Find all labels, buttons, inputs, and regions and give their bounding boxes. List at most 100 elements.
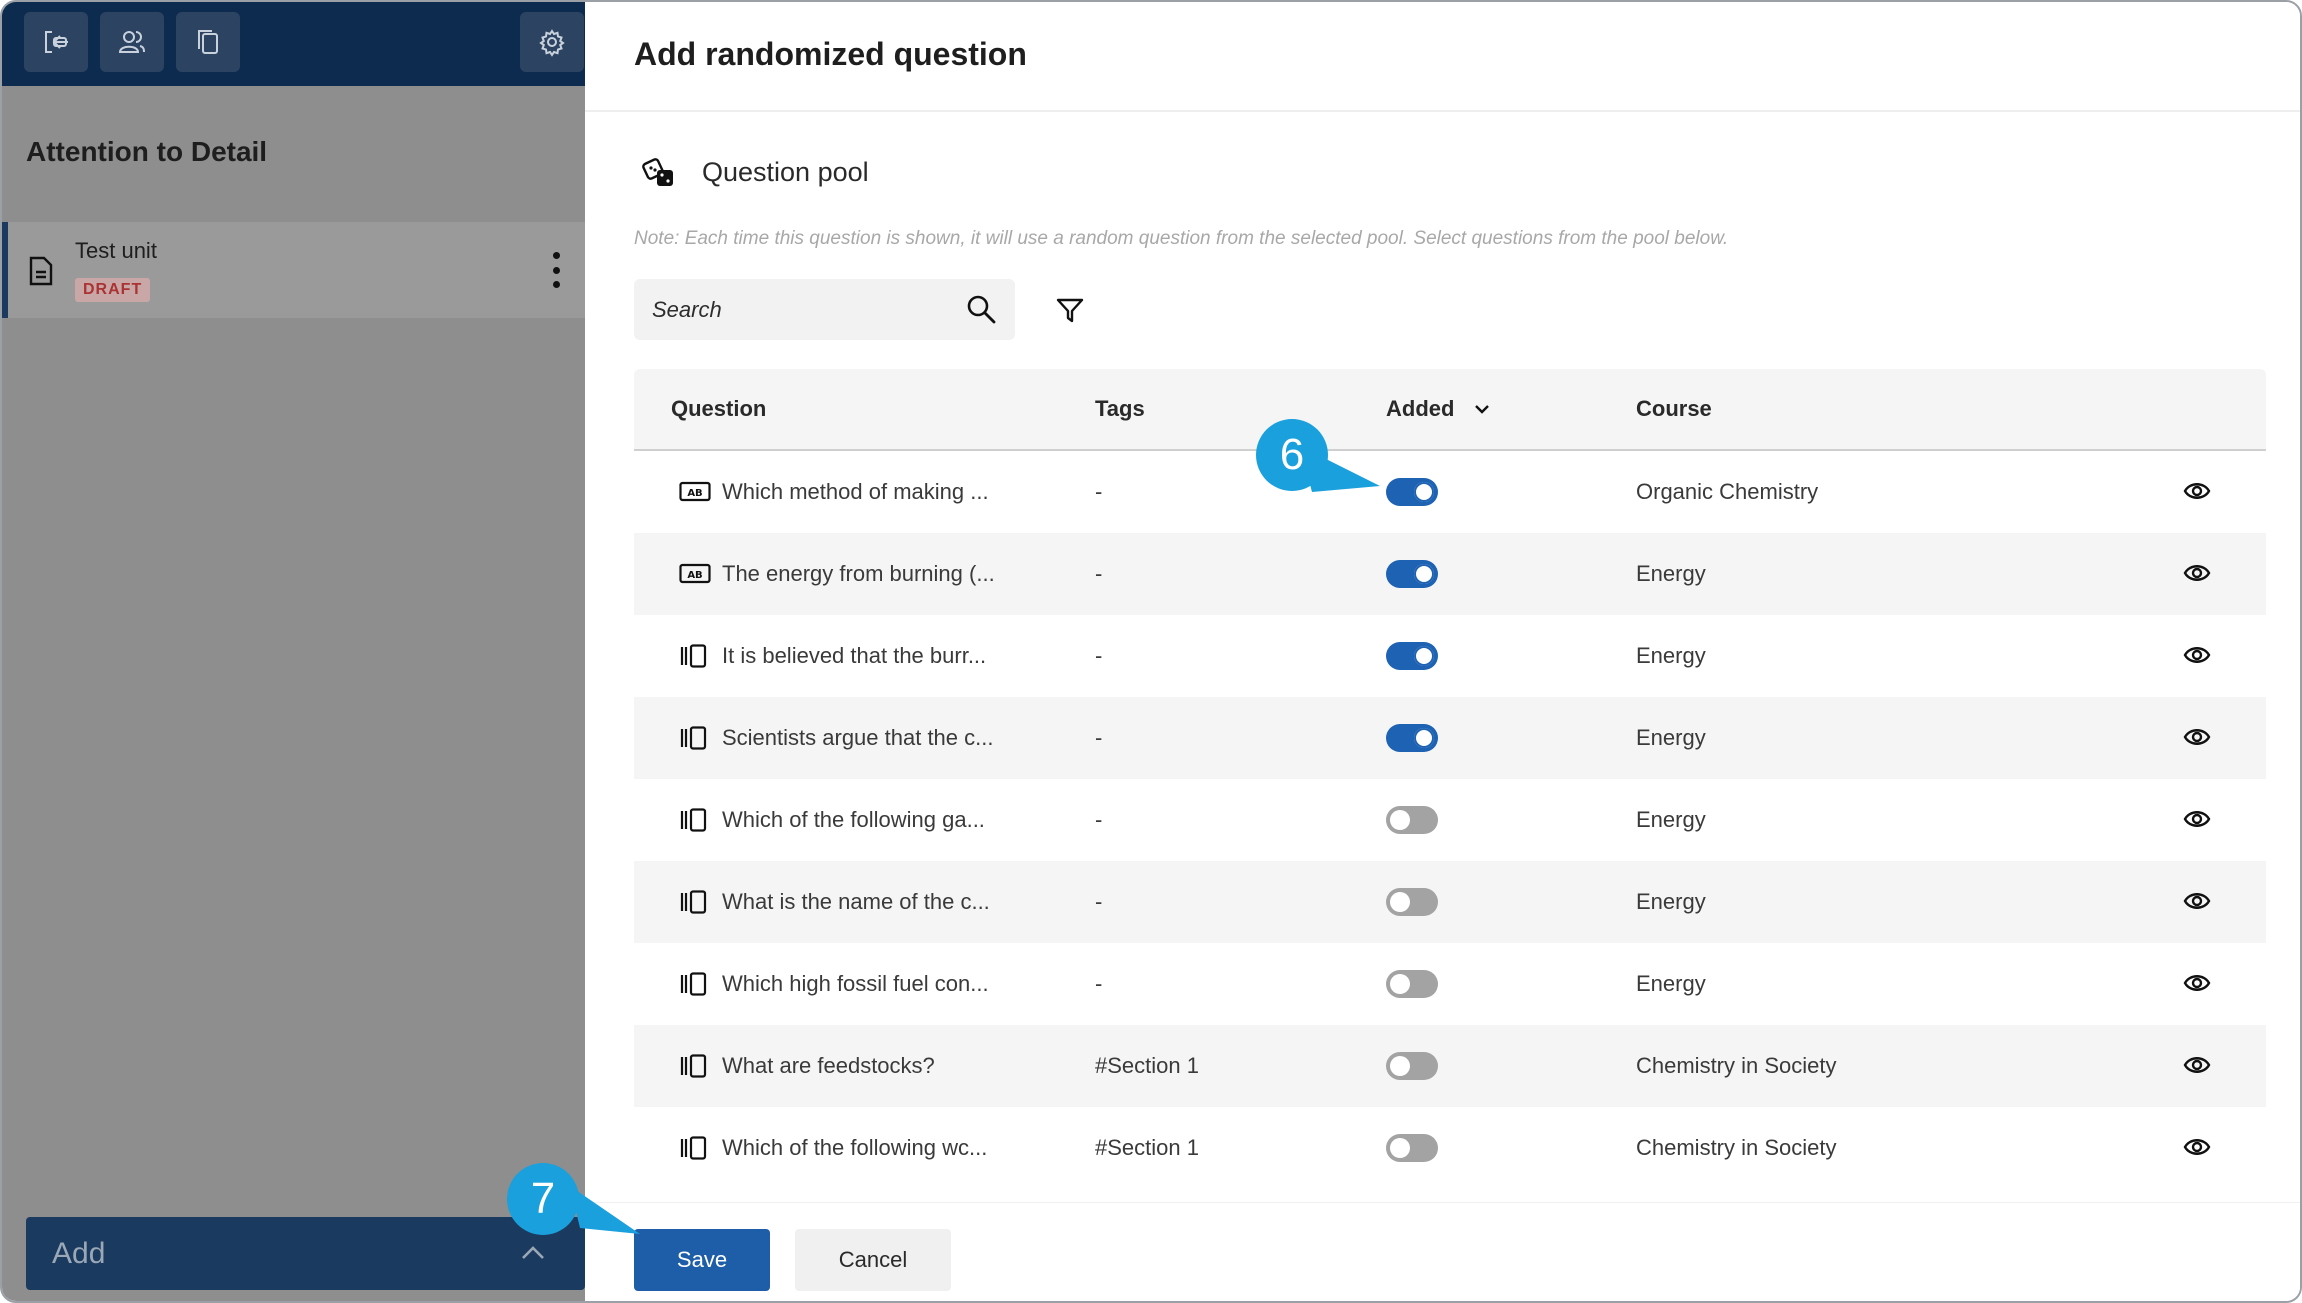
step-callout-6: 6 bbox=[1256, 419, 1328, 491]
order-icon bbox=[680, 808, 707, 832]
order-icon bbox=[680, 726, 707, 750]
add-randomized-question-dialog: Add randomized question Question pool No… bbox=[585, 2, 2300, 1301]
sidebar-item-test-unit[interactable]: Test unit DRAFT bbox=[2, 222, 585, 318]
table-row: Which of the following ga... - Energy bbox=[634, 779, 2266, 861]
added-toggle[interactable] bbox=[1386, 478, 1438, 506]
eye-icon[interactable] bbox=[2183, 561, 2211, 585]
eye-icon[interactable] bbox=[2183, 889, 2211, 913]
users-icon bbox=[118, 31, 145, 53]
tags-cell: - bbox=[1095, 971, 1103, 996]
add-label: Add bbox=[52, 1237, 106, 1270]
step-callout-7: 7 bbox=[507, 1163, 579, 1235]
dice-icon bbox=[642, 158, 673, 186]
eye-icon[interactable] bbox=[2183, 725, 2211, 749]
table-body: AB Which method of making ... - Organic Che… bbox=[634, 451, 2266, 1204]
exit-icon bbox=[45, 31, 68, 53]
question-pool-label: Question pool bbox=[702, 157, 869, 187]
added-toggle[interactable] bbox=[1386, 724, 1438, 752]
column-tags[interactable]: Tags bbox=[1095, 369, 1145, 449]
order-icon bbox=[680, 890, 707, 914]
added-toggle[interactable] bbox=[1386, 888, 1438, 916]
eye-icon[interactable] bbox=[2183, 1135, 2211, 1159]
course-title: Attention to Detail bbox=[26, 136, 268, 167]
footer-divider bbox=[585, 1202, 2300, 1203]
chevron-down-icon[interactable] bbox=[1472, 399, 1492, 419]
tags-cell: - bbox=[1095, 561, 1103, 586]
question-text: The energy from burning (... bbox=[722, 561, 995, 586]
order-icon bbox=[680, 1136, 707, 1160]
tags-cell: - bbox=[1095, 889, 1103, 914]
status-badge: DRAFT bbox=[75, 278, 151, 302]
editor-toolbar bbox=[2, 2, 585, 86]
app-window: Attention to Detail Test unit DRAFT Add … bbox=[0, 0, 2302, 1303]
eye-icon[interactable] bbox=[2183, 807, 2211, 831]
course-cell: Energy bbox=[1636, 807, 1706, 832]
order-icon bbox=[680, 972, 707, 996]
added-toggle[interactable] bbox=[1386, 1134, 1438, 1162]
settings-button[interactable] bbox=[520, 12, 584, 72]
search-input[interactable] bbox=[652, 279, 952, 340]
table-row: What is the name of the c... - Energy bbox=[634, 861, 2266, 943]
add-button[interactable]: Add bbox=[26, 1217, 585, 1290]
tags-cell: #Section 1 bbox=[1095, 1135, 1199, 1160]
more-options-icon[interactable] bbox=[551, 252, 561, 288]
added-toggle[interactable] bbox=[1386, 806, 1438, 834]
tags-cell: - bbox=[1095, 807, 1103, 832]
table-row: It is believed that the burr... - Energy bbox=[634, 615, 2266, 697]
added-toggle[interactable] bbox=[1386, 1052, 1438, 1080]
table-row: Which of the following wc... #Section 1 Ch… bbox=[634, 1107, 2266, 1189]
eye-icon[interactable] bbox=[2183, 643, 2211, 667]
course-cell: Energy bbox=[1636, 971, 1706, 996]
column-added[interactable]: Added bbox=[1386, 369, 1454, 449]
tags-cell: - bbox=[1095, 725, 1103, 750]
question-text: Which of the following wc... bbox=[722, 1135, 988, 1160]
dialog-title: Add randomized question bbox=[634, 36, 1027, 72]
filter-icon[interactable] bbox=[1055, 295, 1085, 325]
table-row: Scientists argue that the c... - Energy bbox=[634, 697, 2266, 779]
table-row: AB The energy from burning (... - Energy bbox=[634, 533, 2266, 615]
question-text: What are feedstocks? bbox=[722, 1053, 935, 1078]
exit-button[interactable] bbox=[24, 12, 88, 72]
course-cell: Energy bbox=[1636, 561, 1706, 586]
course-editor-panel: Attention to Detail Test unit DRAFT Add bbox=[2, 2, 585, 1301]
copy-button[interactable] bbox=[176, 12, 240, 72]
eye-icon[interactable] bbox=[2183, 1053, 2211, 1077]
added-toggle[interactable] bbox=[1386, 560, 1438, 588]
column-course[interactable]: Course bbox=[1636, 369, 1712, 449]
save-button[interactable]: Save bbox=[634, 1229, 770, 1291]
added-toggle[interactable] bbox=[1386, 970, 1438, 998]
question-text: Which high fossil fuel con... bbox=[722, 971, 989, 996]
course-cell: Energy bbox=[1636, 643, 1706, 668]
search-field bbox=[634, 279, 1015, 340]
course-cell: Energy bbox=[1636, 725, 1706, 750]
column-question[interactable]: Question bbox=[671, 369, 766, 449]
search-icon[interactable] bbox=[965, 293, 997, 325]
chevron-up-icon bbox=[522, 1246, 544, 1259]
eye-icon[interactable] bbox=[2183, 971, 2211, 995]
svg-text:AB: AB bbox=[687, 488, 702, 499]
course-cell: Energy bbox=[1636, 889, 1706, 914]
question-text: Which of the following ga... bbox=[722, 807, 985, 832]
course-cell: Chemistry in Society bbox=[1636, 1135, 1837, 1160]
question-text: It is believed that the burr... bbox=[722, 643, 987, 668]
unit-name: Test unit bbox=[75, 238, 157, 263]
eye-icon[interactable] bbox=[2183, 479, 2211, 503]
gear-icon bbox=[539, 29, 565, 57]
users-button[interactable] bbox=[100, 12, 164, 72]
course-cell: Organic Chemistry bbox=[1636, 479, 1819, 504]
cancel-button[interactable]: Cancel bbox=[795, 1229, 951, 1291]
pool-note: Note: Each time this question is shown, … bbox=[634, 228, 1729, 249]
table-row: Which high fossil fuel con... - Energy bbox=[634, 943, 2266, 1025]
copy-icon bbox=[198, 30, 218, 54]
tags-cell: - bbox=[1095, 643, 1103, 668]
table-row: What are feedstocks? #Section 1 Chemistry … bbox=[634, 1025, 2266, 1107]
added-toggle[interactable] bbox=[1386, 642, 1438, 670]
question-text: What is the name of the c... bbox=[722, 889, 990, 914]
divider bbox=[585, 110, 2300, 112]
document-icon bbox=[29, 256, 53, 286]
question-text: Which method of making ... bbox=[722, 479, 989, 504]
question-pool-table: Question Tags Added Course AB Which metho… bbox=[634, 369, 2266, 1204]
tags-cell: #Section 1 bbox=[1095, 1053, 1199, 1078]
table-header: Question Tags Added Course bbox=[634, 369, 2266, 451]
table-row: AB Which method of making ... - Organic Che… bbox=[634, 451, 2266, 533]
